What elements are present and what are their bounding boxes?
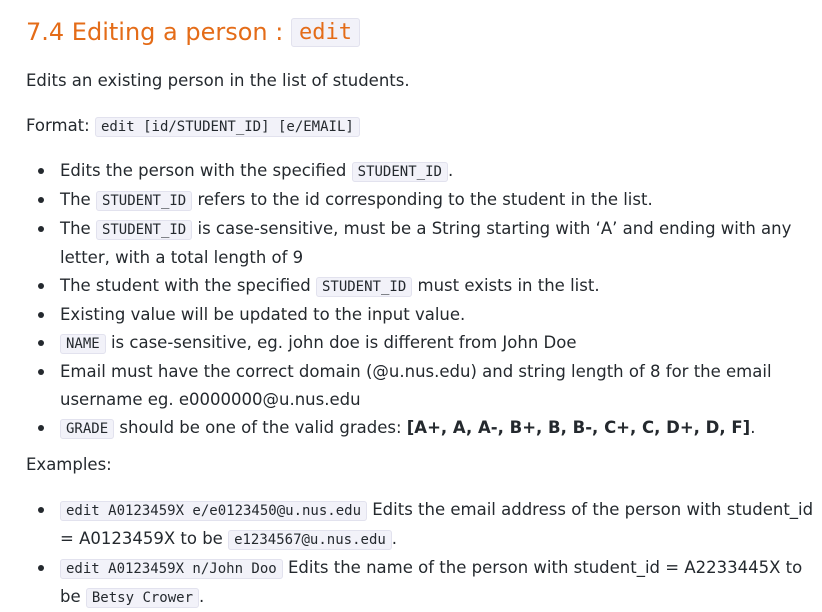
inline-code: STUDENT_ID — [95, 191, 193, 211]
list-item-text: Email must have the correct domain (@u.n… — [60, 362, 772, 409]
list-item-text: . — [199, 587, 205, 606]
list-item: Existing value will be updated to the in… — [26, 301, 816, 329]
format-label: Format: — [26, 116, 95, 135]
inline-code: STUDENT_ID — [95, 220, 193, 240]
examples-list: edit A0123459X e/e0123450@u.nus.edu Edit… — [26, 496, 816, 612]
list-item-text: . — [447, 161, 454, 180]
list-item: edit A0123459X e/e0123450@u.nus.edu Edit… — [26, 496, 816, 554]
list-item-text: The student with the specified — [60, 276, 316, 295]
section-title: 7.4 Editing a person : edit — [26, 14, 360, 51]
list-item: Email must have the correct domain (@u.n… — [26, 358, 816, 414]
inline-code: edit A0123459X n/John Doo — [60, 559, 283, 579]
list-item: GRADE should be one of the valid grades:… — [26, 414, 816, 443]
inline-code: STUDENT_ID — [351, 162, 448, 182]
inline-code: GRADE — [60, 419, 115, 439]
list-item: edit A0123459X n/John Doo Edits the name… — [26, 554, 816, 612]
inline-code: Betsy Crower — [85, 588, 200, 608]
list-item-text: . — [391, 529, 398, 548]
inline-code: STUDENT_ID — [315, 277, 413, 297]
format-code: edit [id/STUDENT_ID] [e/EMAIL] — [94, 117, 360, 137]
list-item: The STUDENT_ID is case-sensitive, must b… — [26, 215, 816, 272]
list-item-text: The — [60, 190, 96, 209]
list-item-text: refers to the id corresponding to the st… — [192, 190, 653, 209]
examples-label: Examples: — [26, 455, 112, 474]
list-item-text: should be one of the valid grades: — [114, 418, 407, 437]
intro-text: Edits an existing person in the list of … — [26, 71, 410, 90]
list-item-text: The — [60, 219, 96, 238]
inline-code: e1234567@u.nus.edu — [228, 530, 392, 550]
section-title-text: 7.4 Editing a person : — [26, 18, 291, 46]
inline-code: edit A0123459X e/e0123450@u.nus.edu — [60, 501, 368, 521]
list-item: NAME is case-sensitive, eg. john doe is … — [26, 329, 816, 358]
list-item-text: Edits the person with the specified — [60, 161, 352, 180]
list-item: The student with the specified STUDENT_I… — [26, 272, 816, 301]
rules-list: Edits the person with the specified STUD… — [26, 157, 816, 443]
list-item-text: Existing value will be updated to the in… — [60, 305, 466, 324]
list-item: The STUDENT_ID refers to the id correspo… — [26, 186, 816, 215]
list-item-text: must exists in the list. — [412, 276, 600, 295]
list-item-text: is case-sensitive, eg. john doe is diffe… — [105, 333, 577, 352]
valid-grades: [A+, A, A-, B+, B, B-, C+, C, D+, D, F] — [406, 418, 751, 437]
inline-code: NAME — [60, 334, 106, 354]
section-title-code: edit — [290, 18, 360, 47]
list-item: Edits the person with the specified STUD… — [26, 157, 816, 186]
format-line: Format: edit [id/STUDENT_ID] [e/EMAIL] — [26, 112, 360, 141]
list-item-text: . — [750, 418, 756, 437]
